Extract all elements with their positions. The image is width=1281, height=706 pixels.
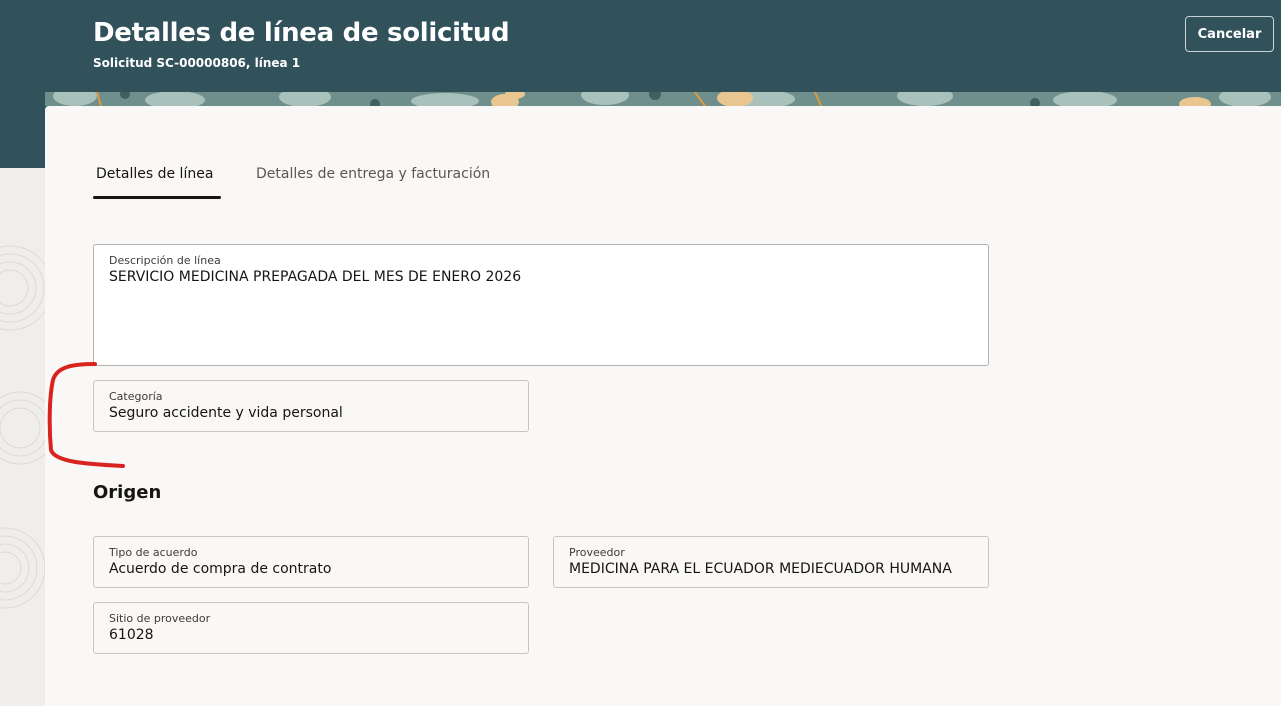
agreement-type-value: Acuerdo de compra de contrato [109,561,332,577]
supplier-site-field[interactable]: Sitio de proveedor 61028 [93,602,529,654]
line-description-field[interactable]: Descripción de línea SERVICIO MEDICINA P… [93,244,989,366]
supplier-site-label: Sitio de proveedor [109,612,211,625]
origin-section-title: Origen [93,482,162,503]
supplier-value: MEDICINA PARA EL ECUADOR MEDIECUADOR HUM… [569,561,952,577]
cancel-button[interactable]: Cancelar [1185,16,1274,52]
line-description-label: Descripción de línea [109,254,221,267]
category-field[interactable]: Categoría Seguro accidente y vida person… [93,380,529,432]
page-title: Detalles de línea de solicitud [93,18,510,48]
supplier-label: Proveedor [569,546,625,559]
tab-line-details[interactable]: Detalles de línea [96,166,213,182]
active-tab-indicator [93,196,221,199]
page-subtitle: Solicitud SC-00000806, línea 1 [93,56,301,70]
decorative-texture [0,168,45,706]
red-bracket-annotation [47,362,125,468]
agreement-type-field[interactable]: Tipo de acuerdo Acuerdo de compra de con… [93,536,529,588]
details-card: Detalles de línea Detalles de entrega y … [45,106,1281,706]
line-description-value: SERVICIO MEDICINA PREPAGADA DEL MES DE E… [109,269,522,285]
category-value: Seguro accidente y vida personal [109,405,343,421]
decorative-pattern [45,92,1281,106]
agreement-type-label: Tipo de acuerdo [109,546,198,559]
supplier-field[interactable]: Proveedor MEDICINA PARA EL ECUADOR MEDIE… [553,536,989,588]
supplier-site-value: 61028 [109,627,154,643]
tab-delivery-billing[interactable]: Detalles de entrega y facturación [256,166,490,182]
